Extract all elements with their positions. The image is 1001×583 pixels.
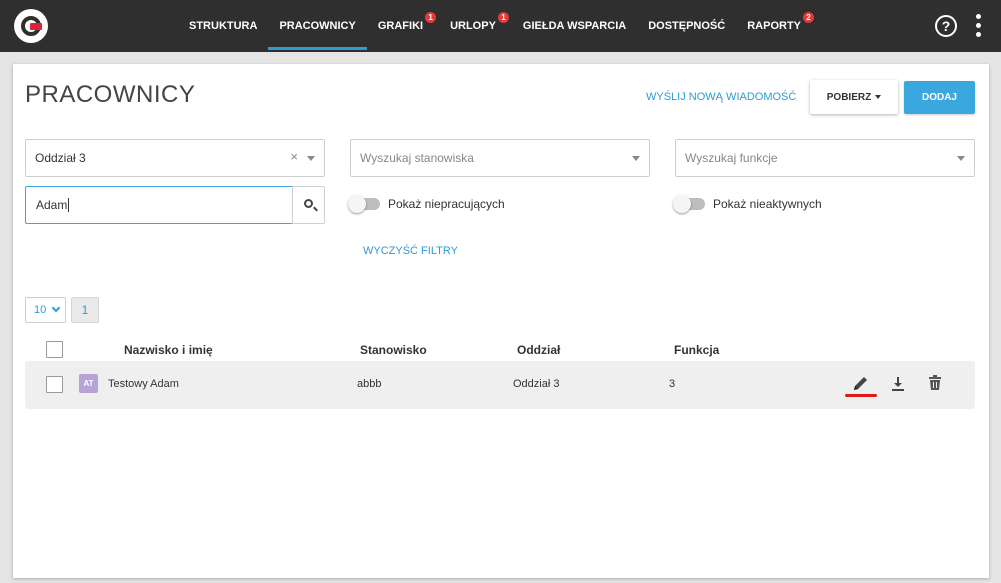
function-select-placeholder: Wyszukaj funkcje	[685, 151, 778, 165]
dropdown-arrow-icon	[307, 156, 315, 161]
notification-badge: 1	[425, 12, 437, 23]
notification-badge: 2	[803, 12, 814, 23]
employee-position: abbb	[357, 378, 382, 390]
avatar: AT	[79, 374, 98, 393]
kebab-dot	[976, 23, 981, 28]
column-header-function[interactable]: Funkcja	[674, 343, 719, 357]
nav-item-dostepnosc[interactable]: DOSTĘPNOŚĆ	[637, 0, 736, 52]
nav-label: DOSTĘPNOŚĆ	[648, 20, 726, 32]
more-menu-icon[interactable]	[974, 14, 984, 38]
nav-item-grafiki[interactable]: GRAFIKI 1	[367, 0, 439, 52]
nav-label: STRUKTURA	[189, 20, 258, 32]
nav-item-raporty[interactable]: RAPORTY 2	[736, 0, 817, 52]
nav-label: GRAFIKI	[377, 20, 424, 32]
page-title: PRACOWNICY	[25, 81, 196, 108]
employee-search-input[interactable]: Adam	[25, 186, 293, 224]
download-dropdown-button[interactable]: POBIERZ	[810, 80, 898, 114]
show-not-working-toggle[interactable]: Pokaż niepracujących	[348, 195, 505, 213]
kebab-dot	[976, 14, 981, 19]
add-button[interactable]: DODAJ	[904, 81, 975, 114]
employee-name[interactable]: Testowy Adam	[108, 378, 179, 390]
text-cursor	[68, 198, 70, 212]
download-icon[interactable]	[891, 376, 905, 392]
clear-filters-link[interactable]: WYCZYŚĆ FILTRY	[363, 245, 458, 257]
toggle-switch[interactable]	[348, 195, 380, 213]
nav-label: PRACOWNICY	[279, 20, 356, 32]
column-header-position[interactable]: Stanowisko	[360, 343, 427, 357]
main-nav: STRUKTURA PRACOWNICY GRAFIKI 1 URLOPY 1 GI…	[178, 0, 817, 52]
employee-department: Oddział 3	[513, 378, 560, 390]
send-message-link[interactable]: WYŚLIJ NOWĄ WIADOMOŚĆ	[646, 91, 796, 103]
search-input-value: Adam	[36, 198, 68, 212]
column-header-name[interactable]: Nazwisko i imię	[124, 343, 213, 357]
nav-label: URLOPY	[450, 20, 496, 32]
download-button-label: POBIERZ	[826, 91, 872, 103]
page-button[interactable]: 1	[71, 297, 99, 323]
kebab-dot	[976, 32, 981, 37]
table-row[interactable]: AT Testowy Adam abbb Oddział 3 3	[25, 361, 975, 409]
column-header-department[interactable]: Oddział	[517, 343, 560, 357]
logo-mark	[30, 23, 42, 30]
position-select-placeholder: Wyszukaj stanowiska	[360, 151, 474, 165]
department-select[interactable]: Oddział 3 ×	[25, 139, 325, 177]
search-icon	[304, 199, 313, 208]
trash-icon[interactable]	[928, 375, 942, 391]
help-icon[interactable]: ?	[935, 15, 957, 37]
select-all-checkbox[interactable]	[46, 341, 63, 358]
toggle-label: Pokaż niepracujących	[388, 197, 505, 211]
show-inactive-toggle[interactable]: Pokaż nieaktywnych	[673, 195, 822, 213]
department-select-value: Oddział 3	[35, 151, 86, 165]
row-checkbox[interactable]	[46, 376, 63, 393]
nav-item-struktura[interactable]: STRUKTURA	[178, 0, 268, 52]
clear-selection-icon[interactable]: ×	[290, 149, 298, 164]
notification-badge: 1	[497, 12, 509, 23]
employees-card: PRACOWNICY WYŚLIJ NOWĄ WIADOMOŚĆ POBIERZ…	[13, 64, 989, 578]
employee-function: 3	[669, 378, 676, 390]
function-select[interactable]: Wyszukaj funkcje	[675, 139, 975, 177]
toggle-knob	[348, 195, 366, 213]
caret-down-icon	[875, 95, 882, 99]
nav-item-urlopy[interactable]: URLOPY 1	[439, 0, 512, 52]
toggle-switch[interactable]	[673, 195, 705, 213]
nav-label: RAPORTY	[747, 20, 801, 32]
top-navigation-bar: STRUKTURA PRACOWNICY GRAFIKI 1 URLOPY 1 GI…	[0, 0, 1001, 52]
search-button[interactable]	[292, 186, 325, 224]
app-logo[interactable]	[14, 9, 48, 43]
nav-label: GIEŁDA WSPARCIA	[522, 20, 627, 32]
page-size-select[interactable]: 10	[25, 297, 66, 323]
nav-item-pracownicy[interactable]: PRACOWNICY	[268, 0, 368, 52]
dropdown-arrow-icon	[957, 156, 965, 161]
edit-highlight-underline	[845, 394, 877, 397]
edit-icon[interactable]	[851, 376, 871, 392]
toggle-knob	[673, 195, 691, 213]
dropdown-arrow-icon	[632, 156, 640, 161]
position-select[interactable]: Wyszukaj stanowiska	[350, 139, 650, 177]
toggle-label: Pokaż nieaktywnych	[713, 197, 822, 211]
nav-item-gielda-wsparcia[interactable]: GIEŁDA WSPARCIA	[512, 0, 637, 52]
page-size-value: 10	[34, 304, 46, 316]
chevron-down-icon	[51, 303, 61, 313]
